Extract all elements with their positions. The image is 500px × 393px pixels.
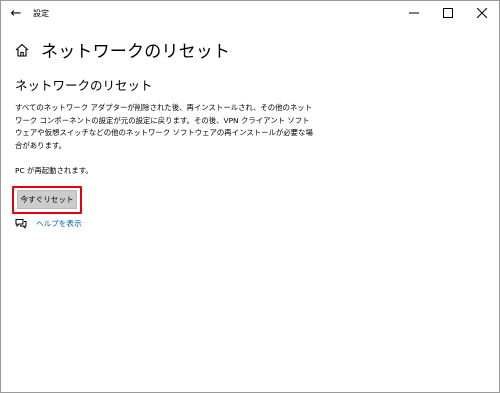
description-line: ワーク コンポーネントの設定が元の設定に戻ります。その後、VPN クライアント … (15, 115, 310, 125)
maximize-button[interactable] (431, 1, 465, 25)
maximize-icon (443, 8, 453, 18)
title-bar: ← 設定 (1, 1, 499, 25)
description-line: 合があります。 (15, 140, 66, 150)
minimize-icon (409, 12, 419, 14)
restart-note: PC が再起動されます。 (15, 166, 93, 175)
window-controls (397, 1, 499, 25)
description-line: ウェアや仮想スイッチなどの他のネットワーク ソフトウェアの再インストールが必要な… (15, 128, 313, 137)
back-button[interactable]: ← (1, 1, 31, 25)
page-title: ネットワークのリセット (41, 42, 231, 62)
close-icon (477, 8, 487, 18)
help-link[interactable]: ヘルプを表示 (36, 218, 82, 229)
description: すべてのネットワーク アダプターが削除された後、再インストールされ、その他のネッ… (15, 102, 315, 152)
home-icon[interactable] (15, 43, 29, 57)
page-header: ネットワークのリセット (15, 37, 230, 62)
section-title: ネットワークのリセット (15, 78, 153, 93)
minimize-button[interactable] (397, 1, 431, 25)
reset-now-button[interactable]: 今すぐリセット (17, 190, 77, 209)
back-arrow-icon: ← (10, 5, 22, 21)
settings-window: ← 設定 ネットワークのリセット ネットワークのリセット すべてのネットワーク … (0, 0, 500, 393)
chat-help-icon (15, 219, 27, 229)
description-line: すべてのネットワーク アダプターが削除された後、再インストールされ、その他のネッ… (15, 103, 313, 112)
window-title: 設定 (33, 8, 49, 18)
close-button[interactable] (465, 1, 499, 25)
help-link-row[interactable]: ヘルプを表示 (15, 218, 82, 229)
